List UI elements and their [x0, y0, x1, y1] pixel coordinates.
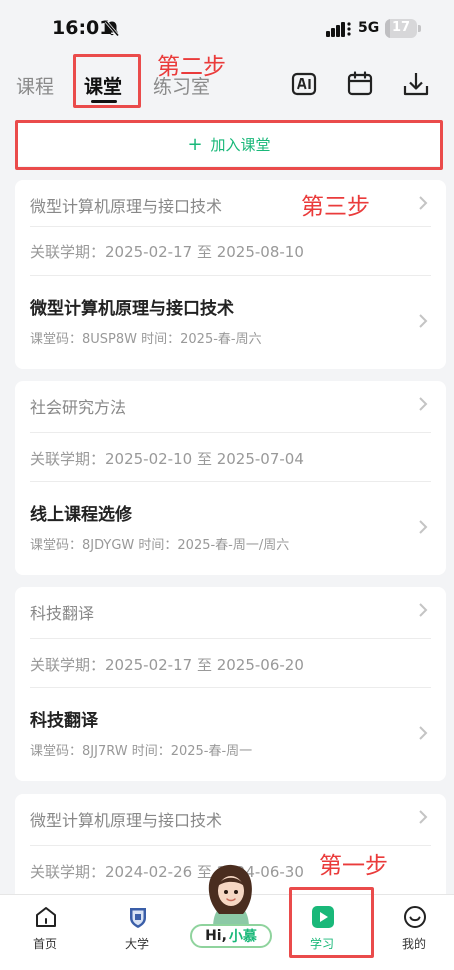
course-header[interactable]: 微型计算机原理与接口技术	[15, 794, 446, 840]
course-header[interactable]: 社会研究方法	[15, 381, 446, 427]
term-range: 关联学期：2025-02-17 至 2025-08-10	[30, 243, 304, 261]
classroom-meta: 课堂码：8JJ7RW 时间：2025-春-周一	[30, 744, 253, 759]
chevron-right-icon	[419, 810, 428, 824]
nav-label: 大学	[124, 937, 149, 951]
home-icon	[36, 907, 56, 927]
course-name: 科技翻译	[30, 604, 95, 623]
term-range: 关联学期：2025-02-10 至 2025-07-04	[30, 450, 304, 468]
calendar-icon[interactable]	[346, 70, 374, 98]
classroom-name: 科技翻译	[30, 711, 98, 731]
annotation-step2: 第二步	[157, 54, 226, 80]
status-bar: 16:01 5G 17	[0, 0, 454, 58]
mascot-badge: Hi, 小慕	[190, 924, 272, 948]
chevron-right-icon	[419, 196, 428, 210]
ai-icon[interactable]	[290, 70, 318, 98]
tab-course[interactable]: 课程	[16, 72, 54, 99]
university-icon	[130, 908, 146, 928]
nav-study[interactable]: 学习	[277, 895, 367, 970]
top-tab-bar: 课程 课堂 练习室	[0, 58, 454, 112]
course-name: 微型计算机原理与接口技术	[30, 811, 223, 830]
classroom-row[interactable]: 科技翻译 课堂码：8JJ7RW 时间：2025-春-周一	[15, 688, 446, 781]
battery-icon: 17	[385, 19, 421, 38]
course-name: 微型计算机原理与接口技术	[30, 197, 223, 216]
classroom-row[interactable]: 微型计算机原理与接口技术 课堂码：8USP8W 时间：2025-春-周六	[15, 276, 446, 369]
nav-label: 首页	[32, 937, 57, 951]
mascot-name: 小慕	[228, 929, 257, 945]
classroom-row[interactable]: 线上课程选修 课堂码：8JDYGW 时间：2025-春-周一/周六	[15, 482, 446, 575]
classroom-meta: 课堂码：8USP8W 时间：2025-春-周六	[30, 332, 262, 347]
tab-classroom[interactable]: 课堂	[84, 72, 122, 99]
course-name: 社会研究方法	[30, 398, 127, 417]
annotation-step3: 第三步	[301, 194, 370, 220]
play-icon	[312, 906, 334, 928]
smile-icon	[404, 906, 426, 928]
nav-label: 我的	[401, 937, 426, 951]
course-card: 社会研究方法 关联学期：2025-02-10 至 2025-07-04 线上课程…	[15, 381, 446, 575]
join-classroom-label: 加入课堂	[210, 135, 271, 154]
active-tab-indicator	[91, 100, 117, 103]
chevron-right-icon	[419, 397, 428, 411]
bell-off-icon	[104, 20, 120, 37]
classroom-meta: 课堂码：8JDYGW 时间：2025-春-周一/周六	[30, 538, 290, 553]
course-header[interactable]: 科技翻译	[15, 587, 446, 633]
nav-profile[interactable]: 我的	[369, 895, 454, 970]
download-icon[interactable]	[402, 70, 430, 98]
mascot-avatar-icon	[208, 864, 252, 928]
plus-icon: +	[187, 133, 203, 155]
term-range: 关联学期：2025-02-17 至 2025-06-20	[30, 656, 304, 674]
chevron-right-icon	[419, 726, 428, 740]
nav-label: 学习	[309, 937, 334, 951]
divider	[30, 226, 431, 227]
battery-level: 17	[391, 20, 411, 35]
course-card: 微型计算机原理与接口技术 关联学期：2025-02-17 至 2025-08-1…	[15, 180, 446, 369]
nav-home[interactable]: 首页	[0, 895, 90, 970]
mascot-greeting: Hi,	[205, 928, 227, 944]
signal-icon	[326, 22, 351, 37]
annotation-step1: 第一步	[319, 853, 388, 879]
divider	[30, 432, 431, 433]
classroom-name: 微型计算机原理与接口技术	[30, 299, 234, 319]
chevron-right-icon	[419, 603, 428, 617]
classroom-name: 线上课程选修	[30, 505, 132, 525]
ai-assistant-mascot[interactable]: Hi, 小慕	[190, 862, 272, 952]
join-classroom-button[interactable]: + 加入课堂	[16, 122, 442, 166]
course-header[interactable]: 微型计算机原理与接口技术	[15, 180, 446, 226]
chevron-right-icon	[419, 314, 428, 328]
network-label: 5G	[358, 20, 380, 36]
course-card: 科技翻译 关联学期：2025-02-17 至 2025-06-20 科技翻译 课…	[15, 587, 446, 781]
divider	[30, 638, 431, 639]
chevron-right-icon	[419, 520, 428, 534]
nav-university[interactable]: 大学	[92, 895, 182, 970]
